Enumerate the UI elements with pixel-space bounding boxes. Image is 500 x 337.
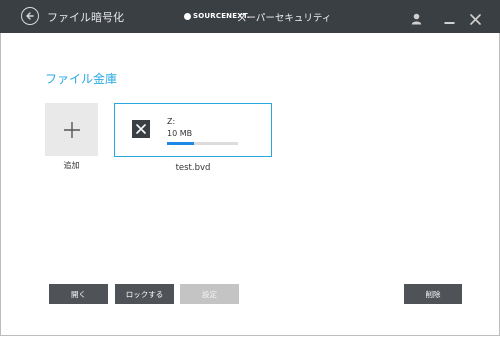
user-button[interactable]	[411, 10, 422, 29]
section-title: ファイル金庫	[45, 72, 118, 86]
crossed-arrows-icon	[136, 124, 146, 134]
app-title: ファイル暗号化	[47, 11, 124, 24]
delete-button[interactable]: 削除	[404, 284, 462, 304]
brand-mark-icon	[184, 12, 191, 20]
close-icon	[470, 14, 481, 25]
drive-letter: Z:	[167, 117, 176, 126]
minimize-icon	[444, 22, 455, 24]
add-label: 追加	[63, 161, 80, 170]
back-button[interactable]	[21, 7, 39, 25]
open-button[interactable]: 開く	[49, 284, 108, 304]
minimize-button[interactable]	[444, 10, 455, 29]
close-button[interactable]	[470, 10, 481, 29]
back-arrow-icon	[26, 12, 34, 20]
usage-progress-fill	[167, 142, 194, 145]
usage-progress-bar	[167, 142, 238, 145]
vault-size: 10 MB	[167, 129, 193, 138]
plus-icon	[63, 121, 80, 138]
settings-button[interactable]: 設定	[180, 284, 239, 304]
vault-file-name: test.bvd	[175, 163, 211, 173]
add-vault-button[interactable]	[45, 103, 98, 156]
vault-card[interactable]: Z: 10 MB	[114, 103, 272, 157]
title-bar: ファイル暗号化 SOURCENEXT. スーパーセキュリティ	[0, 0, 500, 33]
product-name: スーパーセキュリティ	[237, 13, 332, 24]
lock-button[interactable]: ロックする	[115, 284, 174, 304]
vault-icon	[132, 120, 150, 138]
user-icon	[411, 13, 422, 25]
